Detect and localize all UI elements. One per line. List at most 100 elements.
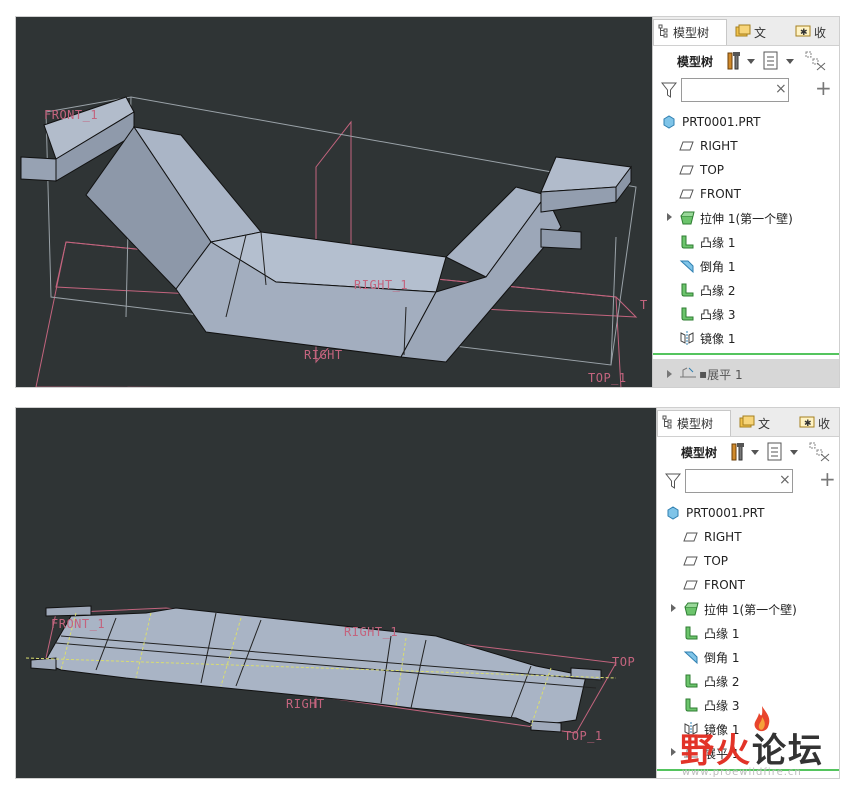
tab-label: 文 <box>754 25 767 40</box>
tree-item-label: 凸缘 2 <box>704 674 740 689</box>
tree-item-label: 倒角 1 <box>704 650 740 665</box>
extrude-wall-icon <box>679 210 695 226</box>
tree-item-label: RIGHT <box>704 530 742 544</box>
tree-item-chamfer-1[interactable]: 倒角 1 <box>657 645 839 669</box>
search-input[interactable] <box>681 78 789 102</box>
tab-folder[interactable]: 文 <box>731 19 787 45</box>
tree-item-top[interactable]: TOP <box>653 158 839 182</box>
expand-arrow-icon[interactable] <box>671 604 676 612</box>
tree-item-flange-2[interactable]: 凸缘 2 <box>657 669 839 693</box>
top-window: FRONT_1 RIGHT RIGHT_1 TOP_1 T 模型树 文 ✱ 收 … <box>15 16 840 388</box>
search-input[interactable] <box>685 469 793 493</box>
tree-rows: PRT0001.PRT RIGHT TOP FRONT 拉伸 1(第一个壁) 凸… <box>653 110 839 350</box>
tree-item-flange-3[interactable]: 凸缘 3 <box>653 302 839 326</box>
label-top-inner: TOP_1 <box>564 729 603 743</box>
tree-item-label: 凸缘 3 <box>700 307 736 322</box>
flat-pattern <box>30 605 602 733</box>
part-icon <box>665 505 681 521</box>
tools-dropdown-caret[interactable] <box>747 59 755 64</box>
extrude-wall-icon <box>683 601 699 617</box>
sheetmetal-part <box>20 96 632 363</box>
tools-dropdown-caret[interactable] <box>751 450 759 455</box>
tree-item-label: 凸缘 1 <box>704 626 740 641</box>
label-right-inner: RIGHT_1 <box>344 625 398 639</box>
label-front: FRONT_1 <box>51 617 105 631</box>
suppressed-marker: ▪ <box>699 367 708 381</box>
bent-part-view: FRONT_1 RIGHT RIGHT_1 TOP_1 T <box>20 96 648 387</box>
tree-item-right[interactable]: RIGHT <box>657 525 839 549</box>
tree-root-label: PRT0001.PRT <box>686 506 765 520</box>
tree-item-label: TOP <box>704 554 729 568</box>
model-tree-panel: 模型树 文 ✱ 收 模型树 × + PRT0001.PRT RIGHT TOP … <box>652 17 839 387</box>
show-list-icon[interactable] <box>763 51 779 74</box>
tree-root-label: PRT0001.PRT <box>682 115 761 129</box>
datum-plane-icon <box>683 529 699 545</box>
tree-item-top[interactable]: TOP <box>657 549 839 573</box>
tree-item-front[interactable]: FRONT <box>657 573 839 597</box>
flange-icon <box>679 282 695 298</box>
tree-item-label: FRONT <box>700 187 741 201</box>
show-dropdown-caret[interactable] <box>786 59 794 64</box>
label-top: TOP <box>612 655 635 669</box>
part-icon <box>661 114 677 130</box>
clear-search-icon[interactable]: × <box>779 472 791 488</box>
datum-plane-icon <box>679 162 695 178</box>
watermark-brand-dark: 论坛 <box>752 731 824 771</box>
tree-toolbar: 模型树 <box>653 47 839 75</box>
show-dropdown-caret[interactable] <box>790 450 798 455</box>
settings-tools-icon[interactable] <box>725 51 743 74</box>
right-flange-front <box>540 186 617 213</box>
tree-item-flatten-1[interactable]: ▪ 展平 1 <box>653 359 839 387</box>
flat-tab-left-top <box>45 605 92 617</box>
expand-arrow-icon[interactable] <box>667 370 672 378</box>
add-filter-icon[interactable]: + <box>819 469 836 489</box>
tab-model-tree[interactable]: 模型树 <box>653 19 727 45</box>
tab-favorites[interactable]: ✱ 收 <box>795 410 839 436</box>
tab-model-tree[interactable]: 模型树 <box>657 410 731 436</box>
flat-part-view: FRONT_1 RIGHT RIGHT_1 TOP TOP_1 <box>25 605 635 743</box>
tree-item-extrude[interactable]: 拉伸 1(第一个壁) <box>657 597 839 621</box>
clear-search-icon[interactable]: × <box>775 81 787 97</box>
tab-favorites[interactable]: ✱ 收 <box>791 19 839 45</box>
flange-icon <box>683 673 699 689</box>
tree-item-right[interactable]: RIGHT <box>653 134 839 158</box>
graphics-viewport-bent[interactable]: FRONT_1 RIGHT RIGHT_1 TOP_1 T <box>16 17 652 387</box>
label-t: T <box>640 298 648 312</box>
tree-filter-settings-icon[interactable] <box>809 442 831 465</box>
graphics-viewport-flat[interactable]: FRONT_1 RIGHT RIGHT_1 TOP TOP_1 <box>16 408 656 778</box>
flat-tab-right-bottom <box>530 720 562 733</box>
forum-watermark: 野火论坛 www.proewildfire.cn <box>678 705 853 785</box>
tree-root[interactable]: PRT0001.PRT <box>657 501 839 525</box>
show-list-icon[interactable] <box>767 442 783 465</box>
flange-icon <box>679 306 695 322</box>
expand-arrow-icon[interactable] <box>671 748 676 756</box>
search-row: × + <box>653 77 839 105</box>
tab-folder[interactable]: 文 <box>735 410 791 436</box>
watermark-brand-red: 野火 <box>680 731 752 771</box>
tree-item-flange-2[interactable]: 凸缘 2 <box>653 278 839 302</box>
tab-label: 收 <box>814 25 827 40</box>
filter-icon[interactable] <box>664 472 682 494</box>
left-flange-front <box>20 156 57 182</box>
add-filter-icon[interactable]: + <box>815 78 832 98</box>
filter-icon[interactable] <box>660 81 678 103</box>
label-top: TOP_1 <box>588 371 627 385</box>
tree-item-chamfer-1[interactable]: 倒角 1 <box>653 254 839 278</box>
tree-item-extrude[interactable]: 拉伸 1(第一个壁) <box>653 206 839 230</box>
settings-tools-icon[interactable] <box>729 442 747 465</box>
tree-filter-settings-icon[interactable] <box>805 51 827 74</box>
tab-label: 收 <box>818 416 831 431</box>
search-row: × + <box>657 468 839 496</box>
toolbar-title: 模型树 <box>681 446 718 460</box>
tree-item-front[interactable]: FRONT <box>653 182 839 206</box>
tree-root[interactable]: PRT0001.PRT <box>653 110 839 134</box>
tree-toolbar: 模型树 <box>657 438 839 466</box>
tree-item-flange-1[interactable]: 凸缘 1 <box>657 621 839 645</box>
tree-item-label: FRONT <box>704 578 745 592</box>
tab-label: 文 <box>758 416 771 431</box>
label-front: FRONT_1 <box>44 108 98 122</box>
expand-arrow-icon[interactable] <box>667 213 672 221</box>
chamfer-icon <box>683 649 699 665</box>
tree-item-mirror-1[interactable]: 镜像 1 <box>653 326 839 350</box>
tree-item-flange-1[interactable]: 凸缘 1 <box>653 230 839 254</box>
